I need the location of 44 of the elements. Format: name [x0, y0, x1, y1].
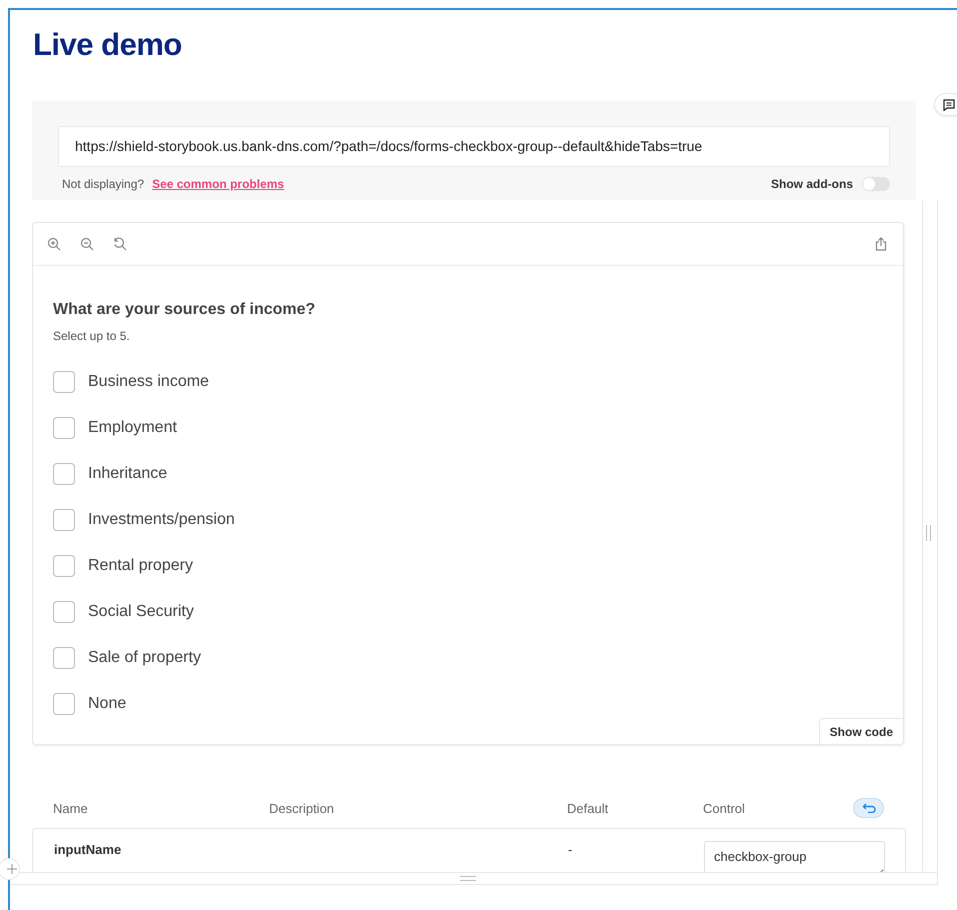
checkbox[interactable]	[53, 509, 75, 531]
argument-name: inputName	[54, 841, 122, 859]
checkbox[interactable]	[53, 371, 75, 393]
control-field[interactable]: checkbox-group	[704, 841, 885, 872]
common-problems-link[interactable]: See common problems	[152, 177, 284, 191]
checkbox[interactable]	[53, 693, 75, 715]
reset-zoom-icon[interactable]	[113, 237, 127, 251]
checkbox[interactable]	[53, 463, 75, 485]
show-code-button[interactable]: Show code	[818, 718, 903, 744]
option-label: Inheritance	[88, 465, 168, 483]
default-value: -	[568, 841, 574, 859]
checkbox[interactable]	[53, 647, 75, 669]
option-label: Investments/pension	[88, 511, 235, 529]
comment-button[interactable]	[934, 93, 957, 116]
plus-icon	[7, 864, 17, 874]
hint-text: Select up to 5.	[53, 328, 131, 344]
undo-icon	[862, 803, 876, 813]
panel-resize-handle[interactable]	[926, 525, 931, 541]
zoom-out-icon[interactable]	[80, 237, 94, 251]
checkbox[interactable]	[53, 555, 75, 577]
checkbox[interactable]	[53, 417, 75, 439]
resize-handle[interactable]	[460, 876, 476, 881]
column-header: Name	[53, 800, 89, 816]
option-label: Rental propery	[88, 557, 193, 575]
reset-button[interactable]	[853, 798, 884, 818]
column-header: Control	[703, 800, 746, 816]
option-label: Business income	[88, 373, 209, 391]
option-label: None	[88, 695, 126, 713]
comment-icon	[943, 98, 955, 110]
add-ons-label: Show add-ons	[771, 177, 853, 191]
page-title: Live demo	[33, 27, 183, 63]
add-ons-toggle[interactable]	[862, 177, 890, 191]
column-header: Default	[567, 800, 610, 816]
column-header: Description	[269, 800, 336, 816]
option-label: Social Security	[88, 603, 194, 621]
question-heading: What are your sources of income?	[53, 300, 316, 320]
help-text: Not displaying?	[62, 177, 144, 191]
option-label: Employment	[88, 419, 177, 437]
add-button[interactable]	[0, 858, 20, 880]
checkbox[interactable]	[53, 601, 75, 623]
zoom-in-icon[interactable]	[47, 237, 61, 251]
option-label: Sale of property	[88, 649, 201, 667]
url-field[interactable]: https://shield-storybook.us.bank-dns.com/?path=/docs/forms-checkbox-group--default&hideTabs=true	[58, 126, 890, 167]
share-icon[interactable]	[875, 237, 887, 251]
